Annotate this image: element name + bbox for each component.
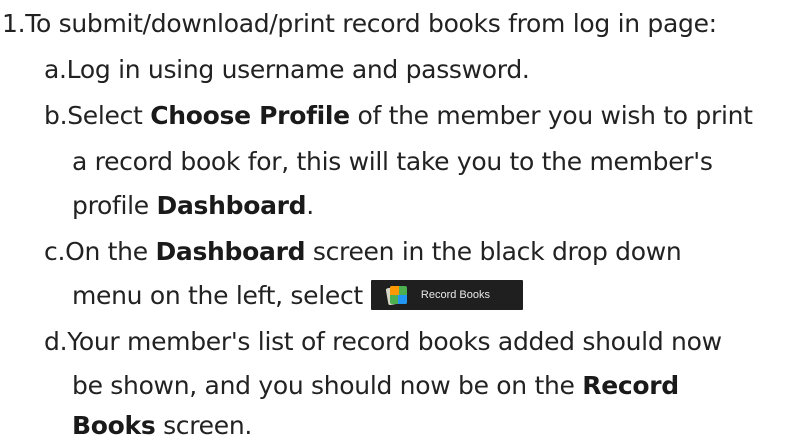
step-c-line-1: c.On the Dashboard screen in the black d… xyxy=(44,232,682,272)
step-d-letter: d. xyxy=(44,327,68,356)
books-term: Books xyxy=(72,411,156,440)
step-b-pre: Select xyxy=(67,101,151,130)
dashboard-term-2: Dashboard xyxy=(155,237,306,266)
step-b-line-3-post: . xyxy=(306,191,314,220)
step-b-line-3-pre: profile xyxy=(72,191,157,220)
step-1: 1.To submit/download/print record books … xyxy=(2,4,717,44)
step-a: a.Log in using username and password. xyxy=(44,50,530,90)
step-b-line-2: a record book for, this will take you to… xyxy=(72,142,713,182)
step-b-post: of the member you wish to print xyxy=(349,101,753,130)
step-c-line-2-text: menu on the left, select xyxy=(72,281,363,310)
record-books-icon xyxy=(385,284,409,306)
step-d-line-1-text: Your member's list of record books added… xyxy=(67,327,722,356)
choose-profile-term: Choose Profile xyxy=(150,101,350,130)
dashboard-term: Dashboard xyxy=(156,191,307,220)
step-a-text: Log in using username and password. xyxy=(66,55,530,84)
step-b-line-2-text: a record book for, this will take you to… xyxy=(72,147,713,176)
step-b-line-1: b.Select Choose Profile of the member yo… xyxy=(44,96,753,136)
record-books-button[interactable]: Record Books xyxy=(370,280,523,310)
step-c-letter: c. xyxy=(44,237,66,266)
record-books-button-label: Record Books xyxy=(420,288,490,301)
record-term: Record xyxy=(582,371,679,400)
step-c-post: screen in the black drop down xyxy=(305,237,682,266)
step-b-line-3: profile Dashboard. xyxy=(72,186,314,226)
step-d-line-3: Books screen. xyxy=(72,406,252,446)
step-d-line-3-post: screen. xyxy=(155,411,253,440)
step-d-line-2-pre: be shown, and you should now be on the xyxy=(72,371,583,400)
step-c-line-2: menu on the left, select Record Books xyxy=(72,276,523,316)
step-d-line-2: be shown, and you should now be on the R… xyxy=(72,366,679,406)
step-d-line-1: d.Your member's list of record books add… xyxy=(44,322,722,362)
step-1-text: To submit/download/print record books fr… xyxy=(25,9,717,38)
step-a-letter: a. xyxy=(44,55,67,84)
instruction-document: 1.To submit/download/print record books … xyxy=(0,0,810,440)
step-1-number: 1. xyxy=(2,9,26,38)
step-c-pre: On the xyxy=(65,237,156,266)
step-b-letter: b. xyxy=(44,101,68,130)
